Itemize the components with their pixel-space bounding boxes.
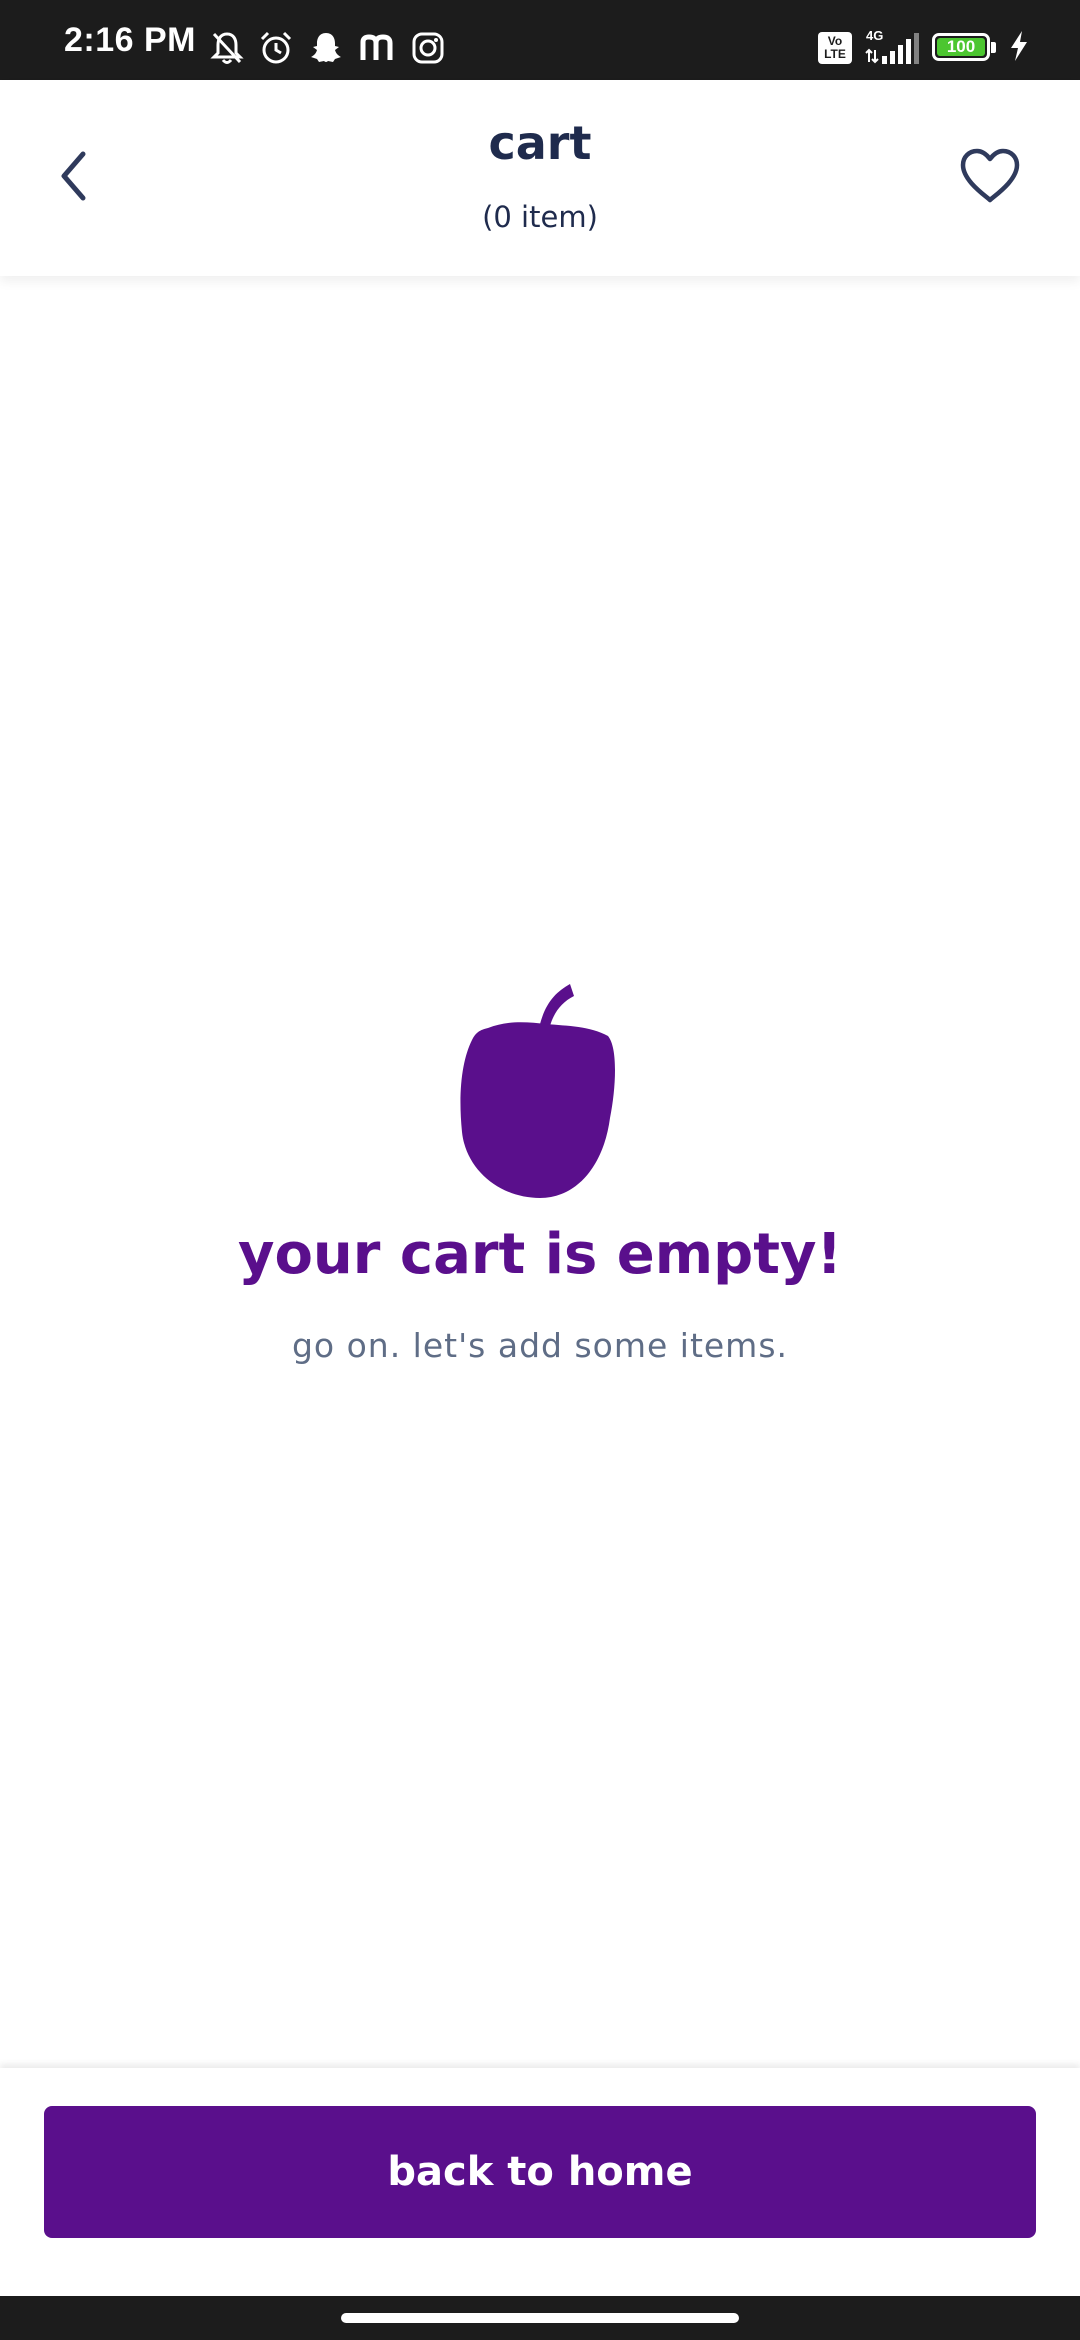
heart-icon: [959, 148, 1021, 208]
cart-item-count: (0 item): [482, 200, 598, 234]
empty-cart-subtitle: go on. let's add some items.: [291, 1326, 789, 1365]
system-status-icons: Vo LTE 4G 100: [818, 26, 1030, 70]
status-time: 2:16 PM: [64, 21, 196, 59]
system-nav-bar: [0, 2296, 1080, 2340]
snapchat-icon: [308, 30, 344, 66]
cart-footer: back to home: [0, 2068, 1080, 2296]
signal-icon: 4G: [864, 28, 920, 68]
page-title: cart: [488, 116, 592, 170]
battery-level: 100: [937, 38, 985, 56]
cart-header: cart (0 item): [0, 80, 1080, 276]
volte-icon: Vo LTE: [818, 32, 852, 64]
instagram-icon: [410, 30, 446, 66]
m-app-icon: [358, 30, 396, 66]
wishlist-button[interactable]: [954, 146, 1026, 210]
notification-icons: [210, 26, 446, 70]
empty-cart-title: your cart is empty!: [237, 1222, 843, 1287]
home-gesture-indicator[interactable]: [341, 2313, 739, 2323]
apple-icon: [458, 984, 622, 1202]
status-bar: 2:16 PM Vo LTE 4G 100: [0, 0, 1080, 80]
charging-icon: [1008, 29, 1030, 67]
battery-icon: 100: [932, 33, 996, 63]
empty-cart-illustration: [458, 968, 622, 1202]
bell-muted-icon: [210, 30, 244, 66]
alarm-icon: [258, 30, 294, 66]
back-to-home-button[interactable]: back to home: [44, 2106, 1036, 2238]
